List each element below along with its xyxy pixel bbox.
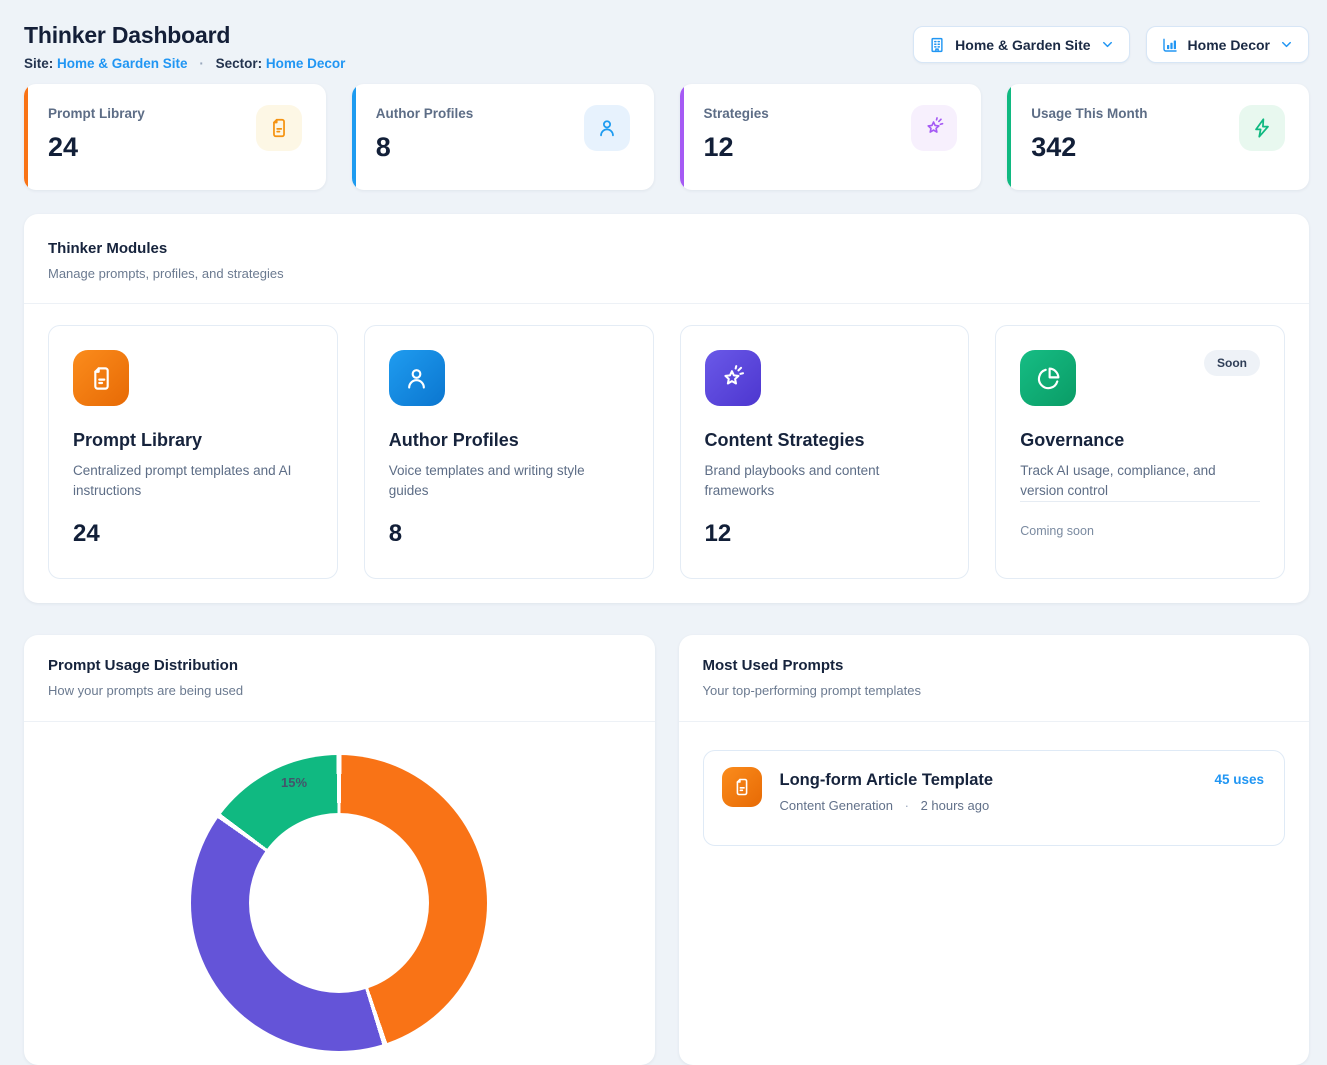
module-count: 12 — [705, 520, 732, 548]
pie-slice-label: 15% — [272, 775, 316, 790]
page-header: Thinker Dashboard Site: Home & Garden Si… — [24, 22, 1309, 71]
prompt-list-item[interactable]: Long-form Article Template Content Gener… — [703, 750, 1286, 846]
module-card-governance[interactable]: Soon Governance Track AI usage, complian… — [995, 325, 1285, 579]
stat-card-author-profiles: Author Profiles 8 — [352, 84, 654, 190]
sparkle-star-icon — [705, 350, 761, 406]
most-used-header: Most Used Prompts Your top-performing pr… — [679, 635, 1310, 721]
pie-chart-icon — [1020, 350, 1076, 406]
prompt-title: Long-form Article Template — [780, 771, 1265, 790]
module-title: Prompt Library — [73, 430, 313, 451]
module-count: 8 — [389, 520, 402, 548]
bar-chart-icon — [1161, 36, 1179, 54]
site-label: Site: — [24, 56, 53, 71]
sparkle-star-icon — [911, 105, 957, 151]
modules-grid: Prompt Library Centralized prompt templa… — [24, 304, 1309, 603]
module-card-author-profiles[interactable]: Author Profiles Voice templates and writ… — [364, 325, 654, 579]
stat-card-usage: Usage This Month 342 — [1007, 84, 1309, 190]
stat-card-strategies: Strategies 12 — [680, 84, 982, 190]
sector-selector-button[interactable]: Home Decor — [1146, 26, 1309, 63]
module-title: Content Strategies — [705, 430, 945, 451]
modules-subtitle: Manage prompts, profiles, and strategies — [48, 266, 1285, 281]
divider — [679, 721, 1310, 722]
stats-row: Prompt Library 24 Author Profiles 8 Stra… — [24, 84, 1309, 190]
site-selector-label: Home & Garden Site — [955, 37, 1090, 53]
coming-soon-text: Coming soon — [1020, 524, 1094, 538]
user-icon — [389, 350, 445, 406]
sector-selector-label: Home Decor — [1188, 37, 1270, 53]
module-title: Governance — [1020, 430, 1260, 451]
prompt-uses-badge: 45 uses — [1214, 772, 1264, 787]
breadcrumb: Site: Home & Garden Site · Sector: Home … — [24, 56, 345, 71]
header-actions: Home & Garden Site Home Decor — [913, 26, 1309, 63]
module-description: Brand playbooks and content frameworks — [705, 461, 933, 502]
meta-separator: · — [905, 798, 909, 813]
document-icon — [73, 350, 129, 406]
prompt-time: 2 hours ago — [921, 798, 990, 813]
dashboard-page: Thinker Dashboard Site: Home & Garden Si… — [24, 0, 1309, 1065]
modules-title: Thinker Modules — [48, 240, 1285, 257]
document-icon — [256, 105, 302, 151]
most-used-prompts-card: Most Used Prompts Your top-performing pr… — [679, 635, 1310, 1065]
divider — [24, 721, 655, 722]
header-titles: Thinker Dashboard Site: Home & Garden Si… — [24, 22, 345, 71]
chart-title: Prompt Usage Distribution — [48, 657, 631, 674]
most-used-subtitle: Your top-performing prompt templates — [703, 683, 1286, 698]
module-count: 24 — [73, 520, 100, 548]
module-description: Track AI usage, compliance, and version … — [1020, 461, 1248, 502]
sector-label: Sector: — [216, 56, 263, 71]
prompt-meta: Content Generation · 2 hours ago — [780, 798, 1265, 813]
chart-subtitle: How your prompts are being used — [48, 683, 631, 698]
chevron-down-icon — [1279, 37, 1294, 52]
thinker-modules-panel: Thinker Modules Manage prompts, profiles… — [24, 214, 1309, 603]
stat-card-prompt-library: Prompt Library 24 — [24, 84, 326, 190]
donut-chart[interactable] — [191, 755, 487, 1051]
module-card-prompt-library[interactable]: Prompt Library Centralized prompt templa… — [48, 325, 338, 579]
module-title: Author Profiles — [389, 430, 629, 451]
module-card-content-strategies[interactable]: Content Strategies Brand playbooks and c… — [680, 325, 970, 579]
bottom-row: Prompt Usage Distribution How your promp… — [24, 635, 1309, 1065]
soon-badge: Soon — [1204, 350, 1260, 376]
page-title: Thinker Dashboard — [24, 22, 345, 49]
sector-link[interactable]: Home Decor — [266, 56, 346, 71]
building-icon — [928, 36, 946, 54]
document-icon — [722, 767, 762, 807]
modules-panel-header: Thinker Modules Manage prompts, profiles… — [24, 214, 1309, 303]
breadcrumb-separator: · — [199, 56, 204, 71]
prompt-category: Content Generation — [780, 798, 893, 813]
chevron-down-icon — [1100, 37, 1115, 52]
most-used-title: Most Used Prompts — [703, 657, 1286, 674]
module-description: Centralized prompt templates and AI inst… — [73, 461, 301, 502]
chart-header: Prompt Usage Distribution How your promp… — [24, 635, 655, 721]
user-icon — [584, 105, 630, 151]
site-link[interactable]: Home & Garden Site — [57, 56, 188, 71]
module-description: Voice templates and writing style guides — [389, 461, 617, 502]
lightning-icon — [1239, 105, 1285, 151]
divider — [1020, 501, 1260, 502]
prompt-usage-card: Prompt Usage Distribution How your promp… — [24, 635, 655, 1065]
site-selector-button[interactable]: Home & Garden Site — [913, 26, 1129, 63]
